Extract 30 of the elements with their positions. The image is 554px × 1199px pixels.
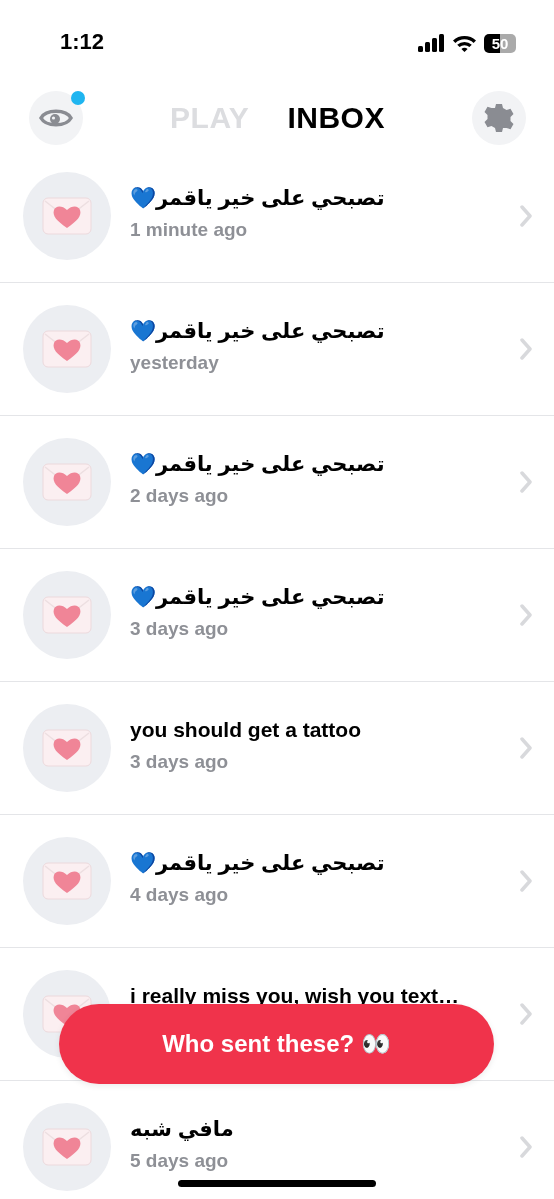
chevron-right-icon [520,870,532,892]
message-title: تصبحي على خير ياقمر💙 [130,186,386,210]
message-time: 3 days ago [130,618,230,640]
chevron-right-icon [520,338,532,360]
battery-level: 50 [484,33,516,53]
clock-time: 1:12 [60,29,105,56]
chevron-right-icon [520,1136,532,1158]
message-time: 2 days ago [130,485,230,507]
chevron-right-icon [520,1003,532,1025]
message-time: 3 days ago [130,751,230,773]
message-title: تصبحي على خير ياقمر💙 [130,319,386,343]
message-title: تصبحي على خير ياقمر💙 [130,585,386,609]
message-title: تصبحي على خير ياقمر💙 [130,851,386,875]
message-title: تصبحي على خير ياقمر💙 [130,452,386,476]
tab[interactable]: INBOX [287,101,385,135]
chevron-right-icon [520,471,532,493]
signal-icon [418,34,445,52]
message-time: 1 minute ago [130,219,249,241]
message-time: yesterday [130,352,220,374]
message-title: you should get a tattoo [130,718,362,742]
message-time: 4 days ago [130,884,230,906]
chevron-right-icon [520,604,532,626]
wifi-icon [452,34,477,52]
eye-button[interactable] [29,91,83,145]
chevron-right-icon [520,205,532,227]
message-title: مافي شبه [130,1117,235,1141]
settings-icon [483,102,515,134]
message-time: 5 days ago [130,1150,230,1172]
who-sent-these-button[interactable]: Who sent these? 👀 [59,1004,494,1084]
chevron-right-icon [520,737,532,759]
